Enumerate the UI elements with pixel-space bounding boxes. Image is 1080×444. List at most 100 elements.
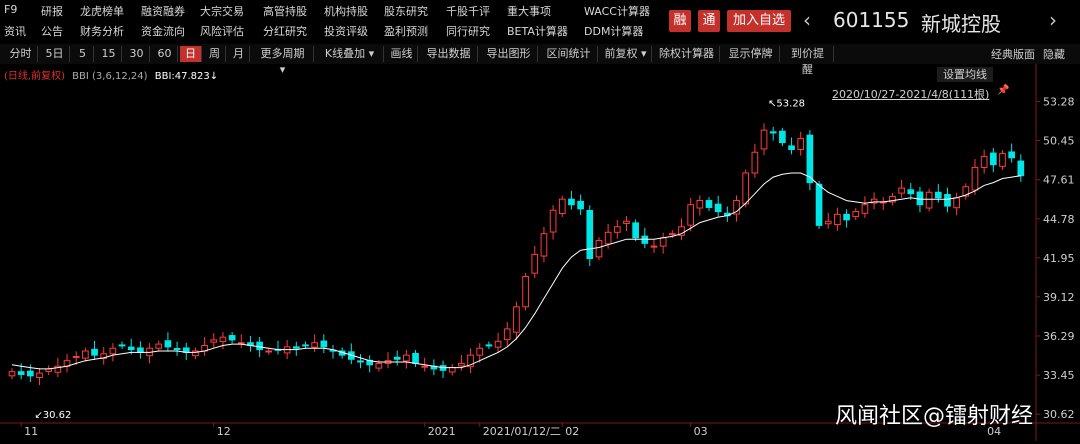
menu2-item-4[interactable]: 风险评估 (200, 23, 244, 39)
kline-chart[interactable]: 53.28 50.45 47.61 44.78 41.95 39.12 36.29 33.45… (0, 64, 1080, 441)
watermark: 风闻社区@镭射财经 (835, 404, 1034, 429)
pin-icon[interactable]: 📌 (997, 85, 1009, 96)
candle-body-109 (1008, 151, 1016, 159)
menu2-item-6[interactable]: 投资评级 (324, 23, 368, 39)
candle-body-34 (320, 340, 328, 348)
menu1-item-9[interactable]: 重大事项 (507, 3, 551, 19)
candle-body-23 (219, 336, 227, 343)
rong-badge[interactable]: 融 (669, 10, 691, 32)
high-annotation: ↖53.28 (768, 98, 805, 109)
chart-svg: 53.28 50.45 47.61 44.78 41.95 39.12 36.29 33.45… (0, 64, 1080, 441)
candle-body-88 (815, 183, 823, 226)
candle-body-13 (127, 346, 135, 351)
y-tick-label-5: 39.12 (1043, 291, 1075, 304)
candle-body-61 (568, 198, 575, 206)
menu1-item-2[interactable]: 龙虎榜单 (80, 3, 124, 19)
candle-body-18 (173, 348, 181, 351)
add-watchlist-button[interactable]: 加入自选 (727, 10, 791, 32)
candle-body-108 (999, 153, 1006, 167)
menu2-item-0[interactable]: 资讯 (4, 23, 26, 39)
y-tick-label-2: 47.61 (1043, 174, 1075, 187)
candle-body-48 (448, 367, 456, 373)
candle-body-28 (265, 350, 273, 353)
range-stat[interactable]: 2020/10/27-2021/4/8(111根) (832, 86, 989, 102)
candle-body-62 (577, 200, 584, 210)
toolbar-16[interactable]: 除权计算器 (654, 46, 720, 62)
menu1-item-8[interactable]: 千股千评 (446, 3, 490, 19)
candle-body-1 (17, 371, 25, 375)
x-tick-label-2: 2021 (428, 425, 456, 438)
candle-body-38 (357, 360, 364, 363)
y-tick-label-4: 41.95 (1043, 252, 1075, 265)
menu-row-2: 资讯 公告 财务分析 资金流向 风险评估 分红研究 投资评级 盈利预测 同行研究 BETA计算器 D… (0, 20, 1080, 38)
set-ma-button[interactable]: 设置均线 (937, 67, 993, 82)
menu2-item-3[interactable]: 资金流向 (141, 23, 185, 39)
candle-body-60 (558, 198, 566, 215)
candle-body-0 (8, 371, 16, 377)
candle-body-55 (513, 306, 520, 333)
menu1-item-0[interactable]: F9 (4, 3, 17, 16)
toolbar-15[interactable]: 前复权 ▾ (600, 46, 652, 62)
menu1-item-6[interactable]: 机构持股 (324, 3, 368, 19)
layout-button[interactable]: 经典版面 (991, 46, 1035, 62)
candle-body-102 (944, 193, 951, 207)
menu2-item-8[interactable]: 同行研究 (446, 23, 490, 39)
menu1-item-5[interactable]: 高管持股 (263, 3, 307, 19)
tong-badge[interactable]: 通 (698, 10, 720, 32)
toolbar-13[interactable]: 导出图形 (480, 46, 538, 62)
toolbar-1[interactable]: 5日 (40, 46, 70, 62)
prev-stock-icon[interactable]: ‹ (803, 8, 811, 32)
toolbar-5[interactable]: 60 (152, 46, 178, 62)
candle-body-71 (659, 237, 667, 247)
candle-body-57 (531, 253, 539, 274)
candle-body-25 (237, 342, 245, 345)
candle-body-45 (421, 365, 429, 368)
menu2-item-7[interactable]: 盈利预测 (384, 23, 428, 39)
candle-body-11 (109, 347, 117, 355)
x-tick-label-1: 12 (217, 425, 231, 438)
next-stock-icon[interactable]: › (1049, 8, 1057, 32)
candle-body-32 (302, 344, 309, 347)
menu2-item-2[interactable]: 财务分析 (80, 23, 124, 39)
menu2-item-10[interactable]: DDM计算器 (584, 23, 643, 39)
toolbar-4[interactable]: 30 (124, 46, 150, 62)
candle-body-63 (586, 209, 594, 260)
menu2-item-9[interactable]: BETA计算器 (507, 23, 568, 39)
stock-name: 新城控股 (921, 12, 1001, 36)
toolbar-9[interactable]: 更多周期 ▾ (252, 46, 314, 76)
candle-body-8 (82, 350, 89, 359)
menu2-item-1[interactable]: 公告 (41, 23, 63, 39)
candle-body-70 (650, 245, 658, 248)
toolbar-14[interactable]: 区间统计 (540, 46, 598, 62)
menu1-item-3[interactable]: 融资融券 (141, 3, 185, 19)
candle-body-92 (852, 211, 860, 218)
toolbar-10[interactable]: K线叠加 ▾ (316, 46, 384, 62)
toolbar-6[interactable]: 日 (180, 46, 202, 62)
toolbar-2[interactable]: 5 (72, 46, 94, 62)
toolbar-12[interactable]: 导出数据 (420, 46, 478, 62)
menu1-item-4[interactable]: 大宗交易 (200, 3, 244, 19)
x-tick-label-5: 03 (694, 425, 708, 438)
y-tick-label-8: 30.62 (1043, 408, 1075, 421)
candle-body-83 (769, 131, 777, 134)
toolbar-0[interactable]: 分时 (4, 46, 38, 62)
toolbar-18[interactable]: 到价提醒 (782, 46, 834, 76)
toolbar-7[interactable]: 周 (204, 46, 226, 62)
candle-body-82 (760, 129, 768, 150)
menu1-item-7[interactable]: 股东研究 (384, 3, 428, 19)
candle-body-100 (925, 191, 933, 209)
candle-body-80 (742, 172, 750, 205)
menu2-item-5[interactable]: 分红研究 (263, 23, 307, 39)
hide-button[interactable]: 隐藏 (1043, 46, 1065, 62)
chart-toolbar: 分时 5日 5 15 30 60 日周月更多周期 ▾ K线叠加 ▾ 画线 导出数据 导出图形 区间统计… (0, 44, 1080, 76)
candle-body-90 (834, 213, 841, 226)
toolbar-8[interactable]: 月 (228, 46, 250, 62)
menu1-item-10[interactable]: WACC计算器 (584, 3, 650, 19)
toolbar-17[interactable]: 显示停牌 (722, 46, 780, 62)
candle-body-74 (687, 204, 695, 226)
menu1-item-1[interactable]: 研报 (41, 3, 63, 19)
toolbar-11[interactable]: 画线 (386, 46, 418, 62)
y-tick-label-3: 44.78 (1043, 213, 1075, 226)
y-tick-label-0: 53.28 (1043, 95, 1075, 108)
toolbar-3[interactable]: 15 (96, 46, 122, 62)
